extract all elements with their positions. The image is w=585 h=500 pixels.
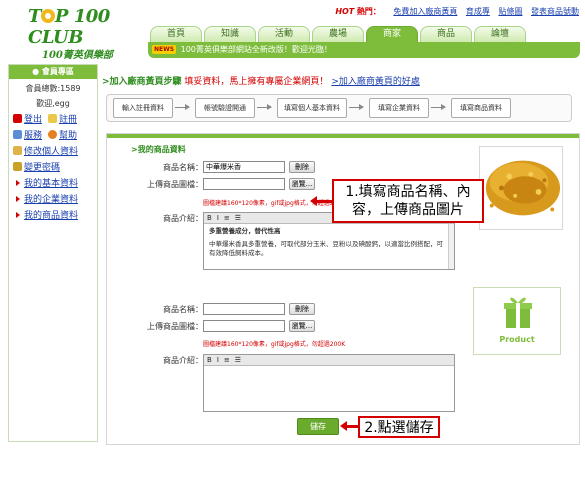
edit-profile-link[interactable]: 修改個人資料 xyxy=(9,144,97,157)
help-icon xyxy=(48,130,58,139)
hot-link-publish[interactable]: 發表商品號動 xyxy=(531,7,579,16)
step-4: 填寫企業資料 xyxy=(369,98,429,118)
steps-track: 輸入註冊資料 帳號驗證開通 填寫個人基本資料 填寫企業資料 填寫商品資料 xyxy=(106,94,572,122)
step-arrow-icon xyxy=(257,104,272,110)
product1-name-input[interactable]: 中華爆米香 xyxy=(203,161,285,173)
editor-scrollbar[interactable] xyxy=(448,224,454,269)
edit-profile-icon xyxy=(13,146,22,155)
logo-subtitle: 100菁英俱樂部 xyxy=(42,50,113,61)
list-icon[interactable]: ☰ xyxy=(235,356,241,364)
italic-icon[interactable]: I xyxy=(217,356,219,364)
step-1: 輸入註冊資料 xyxy=(113,98,173,118)
product2-desc-editor[interactable]: B I ≡ ☰ xyxy=(203,354,455,412)
tab-forum[interactable]: 論壇 xyxy=(474,26,526,42)
tab-products[interactable]: 商品 xyxy=(420,26,472,42)
help-link[interactable]: 幫助 xyxy=(48,128,77,141)
my-company-info-link[interactable]: 我的企業資料 xyxy=(9,192,97,205)
logout-link[interactable]: 登出 xyxy=(13,112,42,125)
product1-image-label: 上傳商品圖檔： xyxy=(147,180,203,189)
steps-note: 填妥資料，馬上擁有專屬企業網頁！ xyxy=(184,77,329,87)
product1-browse-button[interactable]: 瀏覽... xyxy=(289,178,315,190)
editor-toolbar: B I ≡ ☰ xyxy=(204,355,454,366)
hot-label: 熱門： xyxy=(356,7,381,16)
member-area-title: ● 會員專區 xyxy=(9,65,97,79)
step-arrow-icon xyxy=(175,104,190,110)
product2-browse-button[interactable]: 瀏覽... xyxy=(289,320,315,332)
product2-name-label: 商品名稱： xyxy=(163,305,203,314)
step-3: 填寫個人基本資料 xyxy=(277,98,347,118)
step-5: 填寫商品資料 xyxy=(451,98,511,118)
product2-name-input[interactable] xyxy=(203,303,285,315)
arrow-right-icon xyxy=(16,179,20,186)
hot-link-posting[interactable]: 贴條圖 xyxy=(498,7,522,16)
join-steps: >加入廠商黃頁步驟 填妥資料，馬上擁有專屬企業網頁！ >加入廠商黃頁的好處 輸入… xyxy=(102,74,578,130)
save-button[interactable]: 儲存 xyxy=(297,418,339,435)
align-icon[interactable]: ≡ xyxy=(224,214,230,222)
member-sidebar: ● 會員專區 會員總數:1589 歡迎,egg 登出 註冊 服務 幫助 修改個人… xyxy=(8,64,98,442)
tab-knowledge[interactable]: 知識 xyxy=(204,26,256,42)
product2-image-label: 上傳商品圖檔： xyxy=(147,322,203,331)
step-arrow-icon xyxy=(349,104,364,110)
register-icon xyxy=(48,114,58,123)
bold-icon[interactable]: B xyxy=(207,356,212,364)
my-basic-info-link[interactable]: 我的基本資料 xyxy=(9,176,97,189)
steps-title: >加入廠商黃頁步驟 xyxy=(102,77,182,87)
italic-icon[interactable]: I xyxy=(217,214,219,222)
member-count: 會員總數:1589 xyxy=(25,84,81,93)
welcome-text: 歡迎,egg xyxy=(36,99,70,108)
callout-step1: 1.填寫商品名稱、內 容，上傳商品圖片 xyxy=(332,179,484,223)
hot-link-free-join[interactable]: 免費加入廠商黃頁 xyxy=(393,7,457,16)
product1-desc-content[interactable]: 多重營養成分，替代性高 中華爆米香具多重營養，可取代部分玉米、豆粉以及碘酸鈣，以… xyxy=(204,224,454,261)
step-2: 帳號驗證開通 xyxy=(195,98,255,118)
tab-merchants[interactable]: 商家 xyxy=(366,26,418,42)
arrow-right-icon xyxy=(16,195,20,202)
gift-box-icon xyxy=(504,297,532,328)
product-placeholder-label: Product xyxy=(499,335,535,344)
main-nav: 首頁 知識 活動 農場 商家 商品 論壇 xyxy=(150,26,528,42)
product1-delete-button[interactable]: 刪除 xyxy=(289,161,315,173)
my-product-info-link[interactable]: 我的商品資料 xyxy=(9,208,97,221)
hot-links-bar: HOT 熱門： 免費加入廠商黃頁 育成專 贴條圖 發表商品號動 xyxy=(335,6,579,17)
news-ticker: NEWS 100菁英俱樂部網站全新改版！歡迎光臨！ xyxy=(148,42,580,58)
tab-farm[interactable]: 農場 xyxy=(312,26,364,42)
product1-image-preview xyxy=(479,146,563,230)
news-text[interactable]: 100菁英俱樂部網站全新改版！歡迎光臨！ xyxy=(181,45,332,54)
product1-desc-label: 商品介紹： xyxy=(163,214,203,223)
align-icon[interactable]: ≡ xyxy=(224,356,230,364)
logout-icon xyxy=(13,114,22,123)
change-password-link[interactable]: 變更密碼 xyxy=(9,160,97,173)
product2-desc-label: 商品介紹： xyxy=(163,356,203,365)
hot-badge: HOT xyxy=(335,7,355,16)
steps-heading: >加入廠商黃頁步驟 填妥資料，馬上擁有專屬企業網頁！ >加入廠商黃頁的好處 xyxy=(102,74,578,87)
service-icon xyxy=(13,130,22,139)
product1-name-label: 商品名稱： xyxy=(163,163,203,172)
section-title: >我的商品資料 xyxy=(131,145,186,154)
bold-icon[interactable]: B xyxy=(207,214,212,222)
logo-o-icon xyxy=(40,9,55,23)
logo-wordmark: TP 100 CLUB xyxy=(28,6,110,48)
service-link[interactable]: 服務 xyxy=(13,128,42,141)
list-icon[interactable]: ☰ xyxy=(235,214,241,222)
benefits-link[interactable]: >加入廠商黃頁的好處 xyxy=(331,77,420,87)
lock-icon xyxy=(13,162,22,171)
product2-image-input[interactable] xyxy=(203,320,285,332)
tab-home[interactable]: 首頁 xyxy=(150,26,202,42)
site-logo[interactable]: TP 100 CLUB 100菁英俱樂部 xyxy=(28,6,146,61)
popcorn-image-icon xyxy=(480,147,562,229)
tab-events[interactable]: 活動 xyxy=(258,26,310,42)
step-arrow-icon xyxy=(431,104,446,110)
product2-desc-content[interactable] xyxy=(204,366,454,372)
callout-step2: 2.點選儲存 xyxy=(358,416,440,438)
register-link[interactable]: 註冊 xyxy=(48,112,77,125)
product2-delete-button[interactable]: 刪除 xyxy=(289,303,315,315)
panel-accent xyxy=(107,134,579,138)
user-icon: ● xyxy=(32,67,40,76)
product2-image-placeholder: Product xyxy=(473,287,561,355)
arrow-right-icon xyxy=(16,211,20,218)
news-icon: NEWS xyxy=(152,45,177,54)
product2-image-hint: 圖檔建議160*120像素，gif或jpg格式，勿超過200K xyxy=(203,341,346,348)
product1-image-input[interactable] xyxy=(203,178,285,190)
hot-link-incubation[interactable]: 育成專 xyxy=(466,7,490,16)
